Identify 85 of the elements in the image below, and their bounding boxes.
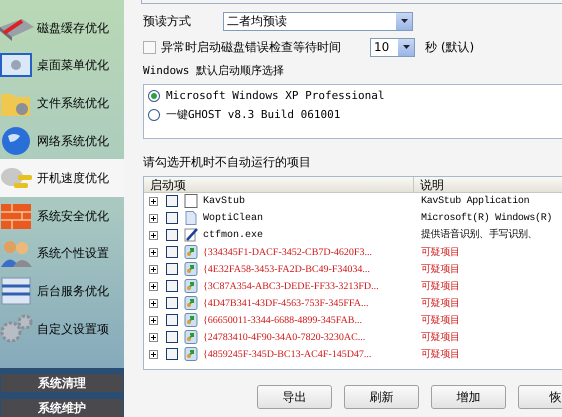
expand-icon[interactable]	[149, 298, 158, 308]
startup-item-description: 可疑项目	[421, 262, 460, 276]
shortcut-file-icon	[184, 262, 198, 276]
sidebar-item[interactable]: 磁盘缓存优化	[0, 9, 124, 47]
sidebar-item[interactable]: 后台服务优化	[0, 272, 124, 310]
expand-icon[interactable]	[149, 196, 158, 206]
section-button[interactable]: 系统维护	[1, 399, 123, 417]
shortcut-file-icon	[184, 347, 198, 361]
startup-item-name: {66650011-3344-6688-4899-345FAB...	[203, 314, 363, 328]
expand-icon[interactable]	[149, 282, 158, 290]
wait-time-dropdown[interactable]: 10	[370, 38, 415, 56]
action-button[interactable]: 刷新	[344, 384, 419, 408]
checkbox[interactable]	[166, 195, 178, 207]
startup-item-description: 提供语音识别、手写识别、	[421, 228, 538, 242]
shortcut-file-icon	[184, 313, 198, 327]
checkbox[interactable]	[166, 314, 178, 326]
startup-item-name: KavStub	[203, 194, 246, 208]
startup-item-name: {334345F1-DACF-3452-CB7D-4620F3...	[203, 246, 373, 260]
startup-item-name: {4E32FA58-3453-FA2D-BC49-F34034...	[203, 262, 371, 276]
startup-item-description: 可疑项目	[421, 330, 460, 344]
dropdown-button[interactable]	[396, 12, 412, 30]
sidebar-item[interactable]: 系统安全优化	[0, 196, 124, 235]
shortcut-file-icon	[184, 330, 198, 344]
checkbox[interactable]	[166, 348, 178, 360]
sidebar-item[interactable]: 开机速度优化	[0, 159, 124, 197]
section-title: Windows 默认启动顺序选择	[143, 63, 285, 79]
expand-icon[interactable]	[149, 230, 158, 240]
radio-label: 一键GHOST v8.3 Build 061001	[166, 106, 340, 123]
startup-item-description: 可疑项目	[421, 280, 460, 294]
checkbox[interactable]	[166, 212, 178, 224]
sidebar-item[interactable]: 桌面菜单优化	[0, 46, 124, 84]
startup-item-name: {24783410-4F90-34A0-7820-3230AC...	[203, 330, 366, 344]
expand-icon[interactable]	[149, 214, 158, 222]
caret-icon	[400, 19, 408, 23]
sidebar-item[interactable]: 网络系统优化	[0, 122, 124, 160]
startup-item-name: ctfmon.exe	[203, 228, 264, 242]
checkbox[interactable]	[166, 229, 178, 241]
checkbox[interactable]	[143, 40, 156, 54]
expand-icon[interactable]	[149, 332, 158, 342]
sidebar-item[interactable]: 文件系统优化	[0, 84, 124, 122]
radio-button[interactable]	[148, 109, 160, 121]
shortcut-file-icon	[184, 296, 198, 310]
checkbox-label: 异常时启动磁盘错误检查等待时间	[161, 39, 342, 56]
gears-icon	[0, 314, 34, 344]
startup-item-description: 可疑项目	[421, 348, 460, 362]
startup-item-description: 可疑项目	[421, 314, 460, 328]
radio-label: Microsoft Windows XP Professional	[166, 88, 385, 104]
expand-icon[interactable]	[149, 264, 158, 274]
caret-icon	[402, 45, 410, 49]
checkbox[interactable]	[166, 280, 178, 292]
expand-icon[interactable]	[149, 316, 158, 324]
startup-item-description: 可疑项目	[421, 246, 460, 260]
startup-item-name: {3C87A354-ABC3-DEDE-FF33-3213FD...	[203, 280, 380, 294]
column-header[interactable]: 启动项	[144, 176, 414, 192]
column-header[interactable]: 说明	[414, 176, 444, 192]
section-title: 请勾选开机时不自动运行的项目	[143, 154, 312, 170]
unit-label: 秒 (默认)	[425, 39, 474, 56]
action-button[interactable]: 导出	[257, 384, 332, 408]
shortcut-file-icon	[184, 279, 198, 293]
shortcut-file-icon	[184, 245, 198, 259]
radio-button[interactable]	[148, 90, 160, 102]
prefetch-label: 预读方式	[143, 13, 192, 30]
blank-file-icon	[184, 194, 198, 208]
startup-item-description: 可疑项目	[421, 296, 460, 310]
action-button[interactable]: 恢	[518, 384, 562, 408]
document-icon	[184, 211, 198, 225]
checkbox[interactable]	[166, 246, 178, 258]
action-button[interactable]: 增加	[431, 384, 506, 408]
users-icon	[0, 238, 34, 268]
sidebar-item[interactable]: 系统个性设置	[0, 234, 124, 272]
startup-item-name: WoptiClean	[203, 212, 264, 226]
expand-icon[interactable]	[149, 248, 158, 256]
section-button[interactable]: 系统清理	[1, 374, 123, 392]
checkbox[interactable]	[166, 297, 178, 309]
pen-icon	[184, 228, 198, 242]
checkbox[interactable]	[166, 263, 178, 275]
dropdown-button[interactable]	[398, 38, 414, 56]
expand-icon[interactable]	[149, 350, 158, 358]
checkbox[interactable]	[166, 331, 178, 343]
startup-item-name: {4D47B341-43DF-4563-753F-345FFA...	[203, 296, 370, 310]
startup-item-description: KavStub Application	[421, 194, 530, 208]
startup-item-description: Microsoft(R) Windows(R)	[421, 212, 552, 226]
prefetch-dropdown[interactable]: 二者均预读	[223, 12, 413, 30]
sidebar-item[interactable]: 自定义设置项	[0, 310, 124, 348]
startup-item-name: {4859245F-345D-BC13-AC4F-145D47...	[203, 348, 372, 362]
